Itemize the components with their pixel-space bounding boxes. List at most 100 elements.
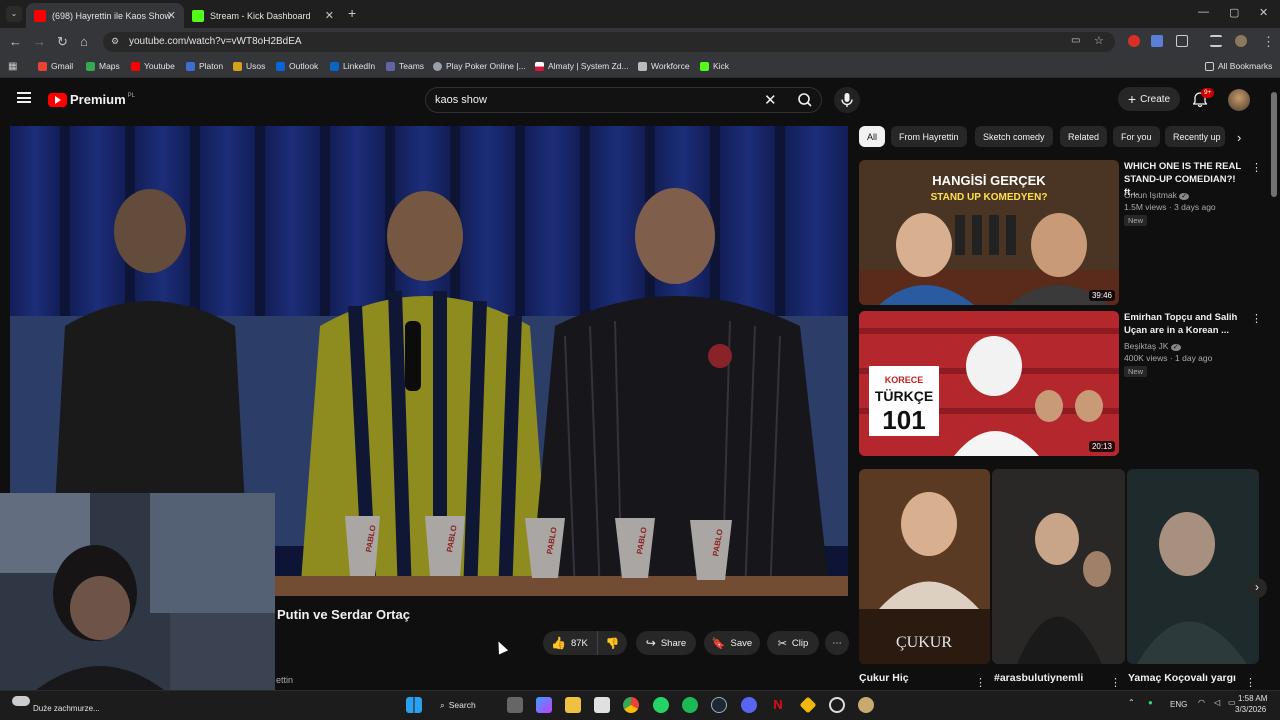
more-vertical-icon[interactable]: ⋮ — [1110, 676, 1121, 689]
close-tab-icon[interactable]: ✕ — [167, 9, 176, 22]
bookmark-kick[interactable]: Kick — [700, 61, 729, 71]
reading-list-icon[interactable] — [1210, 35, 1222, 47]
netflix-icon[interactable]: N — [770, 697, 786, 713]
windows-start-icon[interactable] — [406, 697, 422, 713]
short-title[interactable]: Yamaç Koçovalı yargı — [1128, 672, 1236, 684]
reload-icon[interactable]: ↻ — [57, 34, 68, 50]
clock-time[interactable]: 1:58 AM — [1238, 694, 1267, 703]
more-vertical-icon[interactable]: ⋮ — [975, 676, 986, 689]
profile-avatar[interactable] — [1235, 35, 1247, 47]
bookmark-gmail[interactable]: Gmail — [38, 61, 73, 71]
chevron-right-icon[interactable]: › — [1237, 130, 1241, 145]
search-box[interactable]: kaos show ✕ — [425, 87, 822, 113]
voice-search-button[interactable] — [834, 87, 860, 113]
volume-icon[interactable]: ◁ — [1214, 698, 1220, 707]
chip-recently-uploaded[interactable]: Recently up — [1165, 126, 1225, 147]
forward-icon[interactable]: → — [33, 34, 46, 50]
store-icon[interactable] — [594, 697, 610, 713]
save-button[interactable]: 🔖 Save — [704, 631, 760, 655]
like-button[interactable]: 👍 87K — [543, 631, 597, 655]
taskbar-search[interactable]: ⌕ Search — [440, 697, 496, 713]
chip-all[interactable]: All — [859, 126, 886, 147]
bookmark-maps[interactable]: Maps — [86, 61, 120, 71]
site-info-icon[interactable]: ⚙ — [111, 36, 119, 47]
translate-icon[interactable] — [1151, 35, 1163, 47]
account-avatar[interactable] — [1228, 89, 1250, 111]
clear-search-icon[interactable]: ✕ — [764, 91, 777, 109]
chip-sketch-comedy[interactable]: Sketch comedy — [975, 126, 1053, 147]
language-indicator[interactable]: ENG — [1170, 700, 1187, 709]
notifications-bell-icon[interactable]: 9+ — [1192, 88, 1215, 108]
search-icon[interactable] — [792, 90, 818, 110]
bookmark-linkedin[interactable]: LinkedIn — [330, 61, 375, 71]
microphone-tray-icon[interactable]: ● — [1148, 698, 1153, 707]
copilot-icon[interactable] — [536, 697, 552, 713]
weather-icon[interactable] — [12, 696, 30, 706]
minimize-icon[interactable]: — — [1198, 6, 1209, 18]
create-button[interactable]: + Create — [1118, 87, 1180, 111]
all-bookmarks[interactable]: All Bookmarks — [1205, 61, 1272, 71]
more-vertical-icon[interactable]: ⋮ — [1245, 676, 1256, 689]
spotify-icon[interactable] — [682, 697, 698, 713]
task-view-icon[interactable] — [507, 697, 523, 713]
recommendation-title[interactable]: Emirhan Topçu and Salih Uçan are in a Ko… — [1124, 311, 1249, 337]
chip-from-hayrettin[interactable]: From Hayrettin — [891, 126, 967, 147]
home-icon[interactable]: ⌂ — [80, 34, 88, 50]
shorts-next-button[interactable]: › — [1247, 578, 1267, 598]
browser-menu-icon[interactable]: ⋮ — [1262, 34, 1275, 50]
discord-icon[interactable] — [741, 697, 757, 713]
league-icon[interactable] — [858, 697, 874, 713]
hamburger-menu-icon[interactable] — [17, 92, 31, 103]
short-title[interactable]: Çukur Hiç — [859, 672, 909, 684]
tab-youtube[interactable]: (698) Hayrettin ile Kaos Show ✕ — [26, 3, 184, 28]
file-explorer-icon[interactable] — [565, 697, 581, 713]
weather-text[interactable]: Duże zachmurze... — [33, 704, 100, 713]
tab-kick[interactable]: Stream - Kick Dashboard ✕ — [184, 3, 342, 28]
youtube-logo[interactable]: Premium PL — [48, 92, 135, 107]
back-icon[interactable]: ← — [9, 34, 22, 50]
close-tab-icon[interactable]: ✕ — [325, 9, 334, 22]
steam-icon[interactable] — [711, 697, 727, 713]
wifi-icon[interactable]: ◠ — [1198, 698, 1205, 707]
apps-grid-icon[interactable]: ▦ — [8, 61, 17, 72]
short-thumbnail[interactable]: ÇUKUR — [859, 469, 990, 664]
chip-for-you[interactable]: For you — [1113, 126, 1160, 147]
chip-related[interactable]: Related — [1060, 126, 1108, 147]
bookmark-workforce[interactable]: Workforce — [638, 61, 690, 71]
bookmark-outlook[interactable]: Outlook — [276, 61, 318, 71]
install-app-icon[interactable]: ▭ — [1071, 35, 1080, 46]
share-button[interactable]: ↪ Share — [636, 631, 696, 655]
clock-date[interactable]: 3/3/2026 — [1235, 705, 1266, 714]
more-vertical-icon[interactable]: ⋮ — [1251, 161, 1262, 174]
bookmark-platon[interactable]: Platon — [186, 61, 223, 71]
bookmark-almaty[interactable]: Almaty | System Zd... — [535, 61, 629, 71]
address-bar[interactable]: ⚙ youtube.com/watch?v=vWT8oH2BdEA ▭ ☆ — [103, 32, 1115, 52]
tray-overflow-icon[interactable]: ⌃ — [1128, 698, 1135, 707]
more-vertical-icon[interactable]: ⋮ — [1251, 312, 1262, 325]
new-tab-button[interactable]: + — [348, 5, 356, 21]
whatsapp-icon[interactable] — [653, 697, 669, 713]
bookmark-usos[interactable]: Usos — [233, 61, 265, 71]
chrome-icon[interactable] — [623, 697, 639, 713]
short-thumbnail[interactable] — [1127, 469, 1259, 664]
bookmark-star-icon[interactable]: ☆ — [1094, 34, 1104, 47]
page-scrollbar[interactable] — [1271, 92, 1277, 197]
extension-red-icon[interactable] — [1128, 35, 1140, 47]
more-actions-button[interactable]: ⋯ — [825, 631, 849, 655]
tab-search-dropdown-icon[interactable]: ⌄ — [6, 6, 22, 22]
close-window-icon[interactable]: ✕ — [1259, 6, 1268, 19]
maximize-icon[interactable]: ▢ — [1229, 6, 1239, 19]
recommendation-thumbnail[interactable]: KORECE TÜRKÇE 101 20:13 — [859, 311, 1119, 456]
short-title[interactable]: #arasbulutiynemli — [994, 672, 1083, 684]
dislike-button[interactable]: 👎 — [597, 631, 627, 655]
channel-name[interactable]: ettin — [276, 675, 293, 685]
bookmark-teams[interactable]: Teams — [386, 61, 424, 71]
extensions-puzzle-icon[interactable] — [1176, 35, 1188, 47]
search-input[interactable]: kaos show — [435, 94, 487, 106]
clip-button[interactable]: ✂ Clip — [767, 631, 819, 655]
bookmark-youtube[interactable]: Youtube — [131, 61, 175, 71]
bookmark-poker[interactable]: Play Poker Online |... — [433, 61, 526, 71]
obs-icon[interactable] — [829, 697, 845, 713]
recommendation-thumbnail[interactable]: HANGİSİ GERÇEK STAND UP KOMEDYEN? 39:46 — [859, 160, 1119, 305]
short-thumbnail[interactable] — [992, 469, 1125, 664]
